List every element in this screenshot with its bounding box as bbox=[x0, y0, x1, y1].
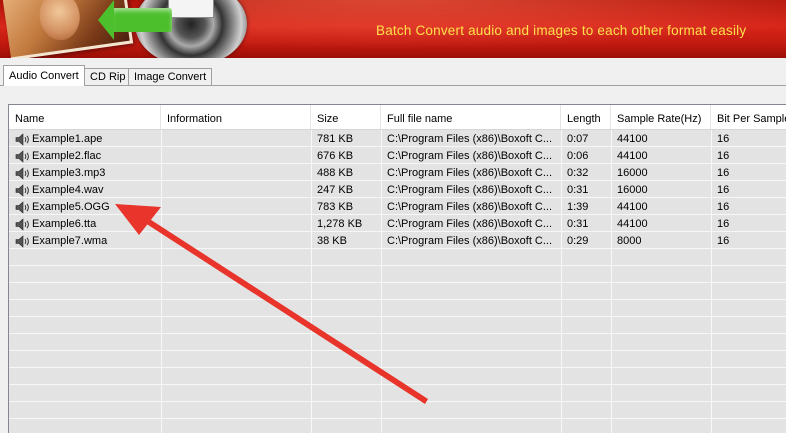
grid-line bbox=[9, 316, 786, 317]
cell-name: Example4.wav bbox=[9, 182, 161, 199]
cell-name: Example7.wma bbox=[9, 233, 161, 250]
column-header-length[interactable]: Length bbox=[561, 105, 611, 129]
tab-image-convert[interactable]: Image Convert bbox=[128, 68, 213, 86]
file-name-text: Example6.tta bbox=[32, 218, 97, 230]
cell-information bbox=[161, 199, 311, 216]
table-row[interactable]: Example5.OGG 783 KB C:\Program Files (x86)… bbox=[9, 199, 786, 216]
banner-disc-label bbox=[168, 0, 214, 18]
cell-bit-per-sample: 16 bbox=[717, 150, 730, 162]
cell-sample-rate: 44100 bbox=[617, 218, 648, 230]
grid-line bbox=[9, 367, 786, 368]
column-header-full-file-name[interactable]: Full file name bbox=[381, 105, 561, 129]
speaker-icon bbox=[15, 218, 29, 231]
grid-line bbox=[9, 401, 786, 402]
grid-line bbox=[9, 282, 786, 283]
cell-full-file-name: C:\Program Files (x86)\Boxoft C... bbox=[387, 218, 553, 230]
tab-panel-border bbox=[0, 85, 786, 86]
convert-arrow-icon bbox=[98, 0, 172, 40]
cell-bit-per-sample: 16 bbox=[717, 235, 730, 247]
cell-sample-rate: 16000 bbox=[617, 184, 648, 196]
column-header-size[interactable]: Size bbox=[311, 105, 381, 129]
cell-information bbox=[161, 216, 311, 233]
cell-full-file-name: C:\Program Files (x86)\Boxoft C... bbox=[387, 150, 553, 162]
file-name-text: Example7.wma bbox=[32, 235, 108, 247]
grid-line bbox=[9, 418, 786, 419]
cell-full-file-name: C:\Program Files (x86)\Boxoft C... bbox=[387, 184, 553, 196]
speaker-icon bbox=[15, 133, 29, 146]
cell-length: 0:31 bbox=[567, 218, 589, 230]
cell-length: 0:07 bbox=[567, 133, 589, 145]
cell-size: 676 KB bbox=[317, 150, 354, 162]
column-header-sample-rate[interactable]: Sample Rate(Hz) bbox=[611, 105, 711, 129]
cell-information bbox=[161, 165, 311, 182]
cell-size: 1,278 KB bbox=[317, 218, 363, 230]
cell-full-file-name: C:\Program Files (x86)\Boxoft C... bbox=[387, 201, 553, 213]
cell-information bbox=[161, 182, 311, 199]
cell-sample-rate: 44100 bbox=[617, 201, 648, 213]
cell-size: 38 KB bbox=[317, 235, 347, 247]
cell-bit-per-sample: 16 bbox=[717, 133, 730, 145]
file-name-text: Example1.ape bbox=[32, 133, 103, 145]
speaker-icon bbox=[15, 184, 29, 197]
banner-tagline: Batch Convert audio and images to each o… bbox=[376, 23, 747, 38]
tab-audio-convert[interactable]: Audio Convert bbox=[3, 65, 85, 86]
cell-name: Example1.ape bbox=[9, 131, 161, 148]
cell-information bbox=[161, 131, 311, 148]
table-row[interactable]: Example7.wma 38 KB C:\Program Files (x86)\… bbox=[9, 233, 786, 250]
table-row[interactable]: Example6.tta 1,278 KB C:\Program Files (x8… bbox=[9, 216, 786, 233]
cell-bit-per-sample: 16 bbox=[717, 184, 730, 196]
file-name-text: Example2.flac bbox=[32, 150, 102, 162]
cell-name: Example2.flac bbox=[9, 148, 161, 165]
cell-size: 247 KB bbox=[317, 184, 354, 196]
table-row[interactable]: Example3.mp3 488 KB C:\Program Files (x86)… bbox=[9, 165, 786, 182]
grid-line bbox=[9, 384, 786, 385]
cell-information bbox=[161, 233, 311, 250]
tab-cd-rip[interactable]: CD Rip bbox=[84, 68, 132, 86]
list-header: Name Information Size Full file name Len… bbox=[9, 105, 786, 130]
cell-bit-per-sample: 16 bbox=[717, 167, 730, 179]
cell-bit-per-sample: 16 bbox=[717, 218, 730, 230]
cell-size: 783 KB bbox=[317, 201, 354, 213]
grid-line bbox=[9, 333, 786, 334]
cell-sample-rate: 44100 bbox=[617, 133, 648, 145]
cell-name: Example5.OGG bbox=[9, 199, 161, 216]
audio-file-list[interactable]: Name Information Size Full file name Len… bbox=[8, 104, 786, 433]
file-name-text: Example5.OGG bbox=[32, 201, 110, 213]
cell-sample-rate: 8000 bbox=[617, 235, 642, 247]
cell-name: Example3.mp3 bbox=[9, 165, 161, 182]
cell-length: 0:06 bbox=[567, 150, 589, 162]
file-name-text: Example4.wav bbox=[32, 184, 104, 196]
cell-length: 0:31 bbox=[567, 184, 589, 196]
cell-length: 0:29 bbox=[567, 235, 589, 247]
table-row[interactable]: Example4.wav 247 KB C:\Program Files (x86)… bbox=[9, 182, 786, 199]
file-name-text: Example3.mp3 bbox=[32, 167, 106, 179]
grid-line bbox=[9, 265, 786, 266]
table-row[interactable]: Example1.ape 781 KB C:\Program Files (x86)… bbox=[9, 131, 786, 148]
cell-size: 781 KB bbox=[317, 133, 354, 145]
cell-length: 1:39 bbox=[567, 201, 589, 213]
cell-full-file-name: C:\Program Files (x86)\Boxoft C... bbox=[387, 235, 553, 247]
speaker-icon bbox=[15, 201, 29, 214]
cell-name: Example6.tta bbox=[9, 216, 161, 233]
column-header-information[interactable]: Information bbox=[161, 105, 311, 129]
grid-line bbox=[9, 350, 786, 351]
cell-full-file-name: C:\Program Files (x86)\Boxoft C... bbox=[387, 167, 553, 179]
cell-size: 488 KB bbox=[317, 167, 354, 179]
cell-length: 0:32 bbox=[567, 167, 589, 179]
table-row[interactable]: Example2.flac 676 KB C:\Program Files (x86… bbox=[9, 148, 786, 165]
grid-line bbox=[9, 299, 786, 300]
speaker-icon bbox=[15, 150, 29, 163]
speaker-icon bbox=[15, 235, 29, 248]
cell-information bbox=[161, 148, 311, 165]
tab-strip: Audio Convert CD Rip Image Convert bbox=[0, 58, 786, 86]
speaker-icon bbox=[15, 167, 29, 180]
column-header-name[interactable]: Name bbox=[9, 105, 161, 129]
banner-face bbox=[36, 0, 83, 43]
cell-sample-rate: 44100 bbox=[617, 150, 648, 162]
column-header-bit-per-sample[interactable]: Bit Per Sample(Bit) bbox=[711, 105, 786, 129]
cell-full-file-name: C:\Program Files (x86)\Boxoft C... bbox=[387, 133, 553, 145]
app-banner: Batch Convert audio and images to each o… bbox=[0, 0, 786, 58]
cell-bit-per-sample: 16 bbox=[717, 201, 730, 213]
cell-sample-rate: 16000 bbox=[617, 167, 648, 179]
